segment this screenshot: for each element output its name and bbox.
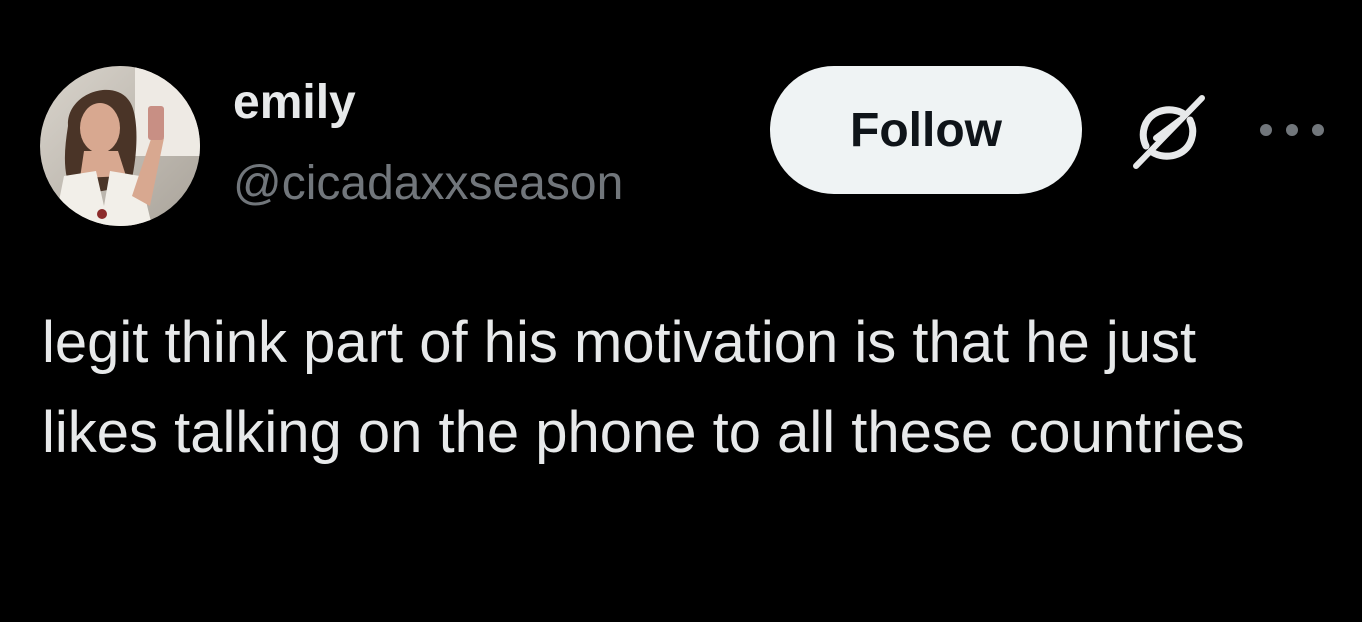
avatar-image [40, 66, 200, 226]
user-handle[interactable]: @cicadaxxseason [233, 155, 623, 213]
follow-button[interactable]: Follow [770, 66, 1082, 194]
display-name[interactable]: emily [233, 74, 356, 132]
more-options-icon[interactable] [1252, 112, 1332, 148]
tweet-card: emily @cicadaxxseason Follow legit think… [0, 0, 1362, 622]
grok-icon[interactable] [1126, 90, 1210, 174]
tweet-text: legit think part of his motivation is th… [42, 310, 1245, 465]
avatar[interactable] [40, 66, 200, 226]
